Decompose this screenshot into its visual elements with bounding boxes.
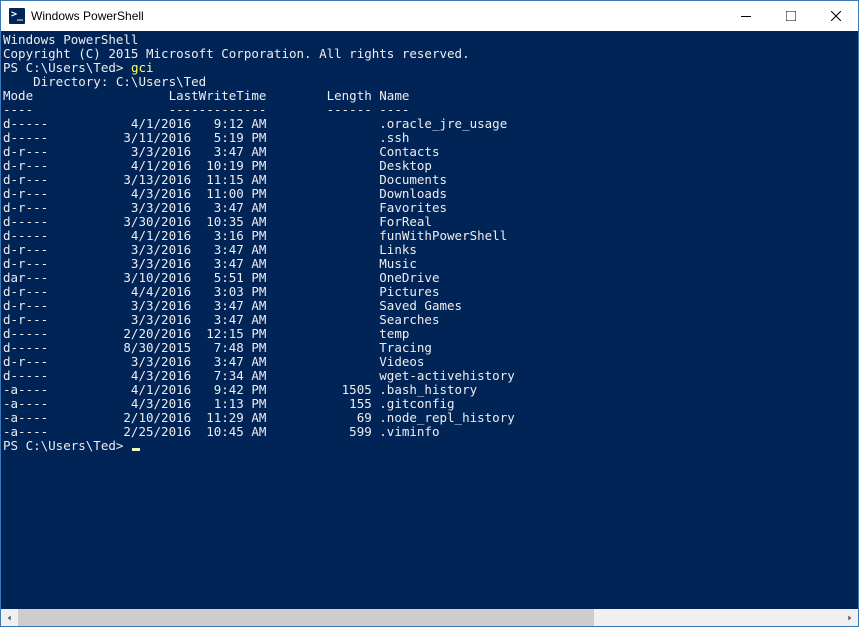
banner-line: Windows PowerShell bbox=[3, 33, 858, 47]
terminal[interactable]: Windows PowerShellCopyright (C) 2015 Mic… bbox=[1, 31, 858, 609]
listing-row: d-r--- 4/4/2016 3:03 PM Pictures bbox=[3, 285, 858, 299]
window-controls bbox=[723, 1, 858, 31]
prompt-line: PS C:\Users\Ted> bbox=[3, 439, 858, 453]
listing-row: d-r--- 4/1/2016 10:19 PM Desktop bbox=[3, 159, 858, 173]
column-separator: ---- ------------- ------ ---- bbox=[3, 103, 858, 117]
minimize-icon bbox=[741, 11, 751, 21]
prompt-line: PS C:\Users\Ted> gci bbox=[3, 61, 858, 75]
minimize-button[interactable] bbox=[723, 1, 768, 31]
horizontal-scrollbar[interactable] bbox=[1, 609, 858, 626]
title-left: Windows PowerShell bbox=[1, 8, 144, 24]
scrollbar-track[interactable] bbox=[18, 609, 841, 626]
maximize-icon bbox=[786, 11, 796, 21]
listing-row: d----- 2/20/2016 12:15 PM temp bbox=[3, 327, 858, 341]
listing-row: dar--- 3/10/2016 5:51 PM OneDrive bbox=[3, 271, 858, 285]
banner-line: Copyright (C) 2015 Microsoft Corporation… bbox=[3, 47, 858, 61]
listing-row: -a---- 4/1/2016 9:42 PM 1505 .bash_histo… bbox=[3, 383, 858, 397]
listing-row: -a---- 2/10/2016 11:29 AM 69 .node_repl_… bbox=[3, 411, 858, 425]
listing-row: d----- 3/30/2016 10:35 AM ForReal bbox=[3, 215, 858, 229]
window-title: Windows PowerShell bbox=[31, 9, 144, 23]
listing-row: d-r--- 3/3/2016 3:47 AM Saved Games bbox=[3, 299, 858, 313]
prompt-prefix: PS C:\Users\Ted> bbox=[3, 438, 131, 453]
command-text: gci bbox=[131, 60, 154, 75]
listing-row: d-r--- 3/3/2016 3:47 AM Music bbox=[3, 257, 858, 271]
listing-row: d-r--- 3/3/2016 3:47 AM Videos bbox=[3, 355, 858, 369]
column-headers: Mode LastWriteTime Length Name bbox=[3, 89, 858, 103]
terminal-wrap: Windows PowerShellCopyright (C) 2015 Mic… bbox=[1, 31, 858, 626]
directory-line: Directory: C:\Users\Ted bbox=[3, 75, 858, 89]
scrollbar-thumb[interactable] bbox=[18, 609, 594, 626]
chevron-right-icon bbox=[847, 614, 852, 622]
prompt-prefix: PS C:\Users\Ted> bbox=[3, 60, 131, 75]
scroll-left-button[interactable] bbox=[1, 609, 18, 626]
listing-row: d----- 3/11/2016 5:19 PM .ssh bbox=[3, 131, 858, 145]
titlebar[interactable]: Windows PowerShell bbox=[1, 1, 858, 31]
listing-row: -a---- 4/3/2016 1:13 PM 155 .gitconfig bbox=[3, 397, 858, 411]
listing-row: d-r--- 3/3/2016 3:47 AM Searches bbox=[3, 313, 858, 327]
close-icon bbox=[831, 11, 841, 21]
listing-row: d-r--- 3/3/2016 3:47 AM Links bbox=[3, 243, 858, 257]
listing-row: d-r--- 3/3/2016 3:47 AM Contacts bbox=[3, 145, 858, 159]
listing-row: d-r--- 3/3/2016 3:47 AM Favorites bbox=[3, 201, 858, 215]
listing-row: d----- 4/1/2016 9:12 AM .oracle_jre_usag… bbox=[3, 117, 858, 131]
listing-row: d-r--- 3/13/2016 11:15 AM Documents bbox=[3, 173, 858, 187]
listing-row: d-r--- 4/3/2016 11:00 PM Downloads bbox=[3, 187, 858, 201]
listing-row: d----- 4/1/2016 3:16 PM funWithPowerShel… bbox=[3, 229, 858, 243]
listing-row: d----- 4/3/2016 7:34 AM wget-activehisto… bbox=[3, 369, 858, 383]
powershell-icon bbox=[9, 8, 25, 24]
listing-row: d----- 8/30/2015 7:48 PM Tracing bbox=[3, 341, 858, 355]
cursor bbox=[132, 448, 140, 451]
maximize-button[interactable] bbox=[768, 1, 813, 31]
close-button[interactable] bbox=[813, 1, 858, 31]
chevron-left-icon bbox=[7, 614, 12, 622]
scroll-right-button[interactable] bbox=[841, 609, 858, 626]
powershell-window: Windows PowerShell Windows PowerShellCop… bbox=[0, 0, 859, 627]
listing-row: -a---- 2/25/2016 10:45 AM 599 .viminfo bbox=[3, 425, 858, 439]
